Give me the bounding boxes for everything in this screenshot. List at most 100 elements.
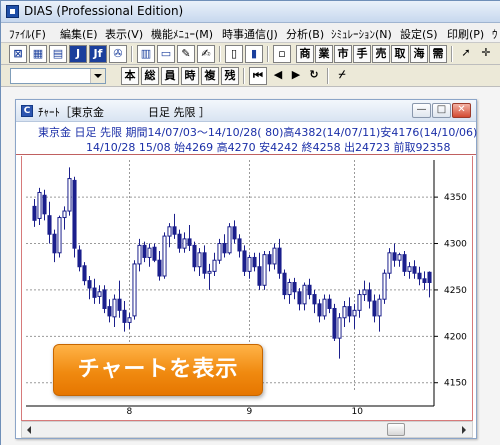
edit-icon[interactable]: ✍: [197, 45, 215, 63]
candle-body: [32, 205, 37, 221]
candle-body: [277, 247, 282, 274]
candle-body: [337, 317, 342, 339]
candle-body: [222, 243, 227, 254]
candle-body: [57, 217, 62, 254]
show-chart-button[interactable]: チャートを表示: [53, 344, 263, 396]
candle-body: [92, 287, 97, 298]
minimize-button[interactable]: —: [412, 103, 431, 118]
grid-icon[interactable]: ▦: [29, 45, 47, 63]
scroll-right-icon[interactable]: [456, 422, 472, 437]
menu-settings[interactable]: 設定(S): [400, 26, 438, 42]
y-tick-label: 4250: [444, 286, 467, 296]
chart-info-line-1: 東京金 日足 先限 期間14/07/03～14/10/28( 80)高4382(…: [38, 126, 478, 139]
maximize-button[interactable]: □: [432, 103, 451, 118]
toolbar-button-1[interactable]: 商: [296, 45, 314, 63]
window-icon[interactable]: ▭: [157, 45, 175, 63]
menu-view[interactable]: 表示(V): [105, 26, 143, 42]
pointer-icon[interactable]: ➚: [457, 45, 475, 63]
candle-body: [172, 226, 177, 235]
layout-a-icon[interactable]: ▯: [225, 45, 243, 63]
chart-window-icon: C: [21, 105, 33, 117]
candle-body: [417, 272, 422, 280]
toolbar-separator: [267, 46, 269, 62]
menu-simulation[interactable]: ｼﾐｭﾚｰｼｮﾝ(N): [331, 26, 392, 42]
scroll-thumb[interactable]: [387, 423, 405, 436]
candle-body: [122, 309, 127, 323]
candle-body: [237, 238, 242, 252]
candle-body: [367, 289, 372, 302]
close-button[interactable]: ✕: [452, 103, 471, 118]
maximize-icon: □: [436, 104, 447, 115]
period-button-2[interactable]: 総: [141, 67, 159, 85]
toolbar-button-6[interactable]: 取: [391, 45, 409, 63]
candle-body: [257, 266, 262, 286]
menu-functions[interactable]: 機能ﾒﾆｭｰ(M): [151, 26, 213, 42]
menu-edit[interactable]: 編集(E): [60, 26, 98, 42]
candle-body: [352, 309, 357, 317]
menu-analysis[interactable]: 分析(B): [286, 26, 324, 42]
toolbar-separator: [327, 68, 329, 84]
next-icon[interactable]: ▶: [287, 67, 305, 85]
menu-print[interactable]: 印刷(P): [447, 26, 484, 42]
period-button-4[interactable]: 時: [181, 67, 199, 85]
period-button-3[interactable]: 員: [161, 67, 179, 85]
candle-body: [242, 250, 247, 272]
candle-body: [127, 317, 132, 323]
candle-body: [407, 266, 412, 272]
candle-body: [312, 294, 317, 305]
candle-body: [297, 291, 302, 305]
symbol-dropdown[interactable]: [10, 68, 106, 84]
first-icon[interactable]: ⏮: [249, 67, 267, 85]
toolbar-button-7[interactable]: 海: [410, 45, 428, 63]
candle-body: [267, 254, 272, 265]
layout-c-icon[interactable]: ▫: [273, 45, 291, 63]
candle-body: [112, 298, 117, 318]
candle-body: [192, 244, 197, 268]
toolbar-button-2[interactable]: 業: [315, 45, 333, 63]
y-tick-label: 4300: [444, 240, 467, 250]
jf-icon[interactable]: Jf: [89, 45, 107, 63]
candle-body: [217, 243, 222, 261]
period-button-1[interactable]: 本: [121, 67, 139, 85]
candle-body: [262, 254, 267, 286]
tile-icon[interactable]: ▥: [137, 45, 155, 63]
toolbar-button-4[interactable]: 手: [353, 45, 371, 63]
candle-body: [307, 284, 312, 296]
candle-body: [387, 252, 392, 274]
table-icon[interactable]: ▤: [49, 45, 67, 63]
menu-file[interactable]: ﾌｧｲﾙ(F): [9, 26, 46, 42]
refresh-icon[interactable]: ↻: [305, 67, 323, 85]
candle-body: [52, 233, 57, 254]
j-icon[interactable]: J: [69, 45, 87, 63]
candle-body: [102, 289, 107, 309]
toolbar-button-8[interactable]: 需: [429, 45, 447, 63]
toolbar-button-5[interactable]: 売: [372, 45, 390, 63]
layout-b-icon[interactable]: ▮: [245, 45, 263, 63]
toolbar-separator: [131, 46, 133, 62]
period-button-6[interactable]: 残: [221, 67, 239, 85]
app-logo-icon: [6, 5, 19, 18]
prev-icon[interactable]: ◀: [269, 67, 287, 85]
chart-info-panel: 東京金 日足 先限 期間14/07/03～14/10/28( 80)高4382(…: [16, 122, 478, 155]
candle-body: [322, 298, 327, 317]
candle-body: [212, 259, 217, 272]
period-button-5[interactable]: 複: [201, 67, 219, 85]
trendline-icon[interactable]: ⌿: [333, 67, 351, 85]
chevron-down-icon[interactable]: [90, 69, 105, 83]
horizontal-scrollbar[interactable]: [21, 421, 473, 438]
menu-jiji[interactable]: 時事通信(J): [222, 26, 278, 42]
candle-body: [197, 252, 202, 268]
menu-window[interactable]: ｳ: [492, 26, 498, 42]
chart-icon[interactable]: ⊠: [9, 45, 27, 63]
candle-body: [42, 194, 47, 215]
candle-body: [132, 263, 137, 317]
toolbar-button-3[interactable]: 市: [334, 45, 352, 63]
scroll-left-icon[interactable]: [22, 422, 38, 437]
candle-body: [292, 281, 297, 293]
note-icon[interactable]: ✎: [177, 45, 195, 63]
candle-body: [422, 278, 427, 283]
crosshair-icon[interactable]: ✛: [477, 45, 495, 63]
candle-body: [162, 235, 167, 277]
candle-body: [252, 256, 257, 268]
news-icon[interactable]: ✇: [109, 45, 127, 63]
